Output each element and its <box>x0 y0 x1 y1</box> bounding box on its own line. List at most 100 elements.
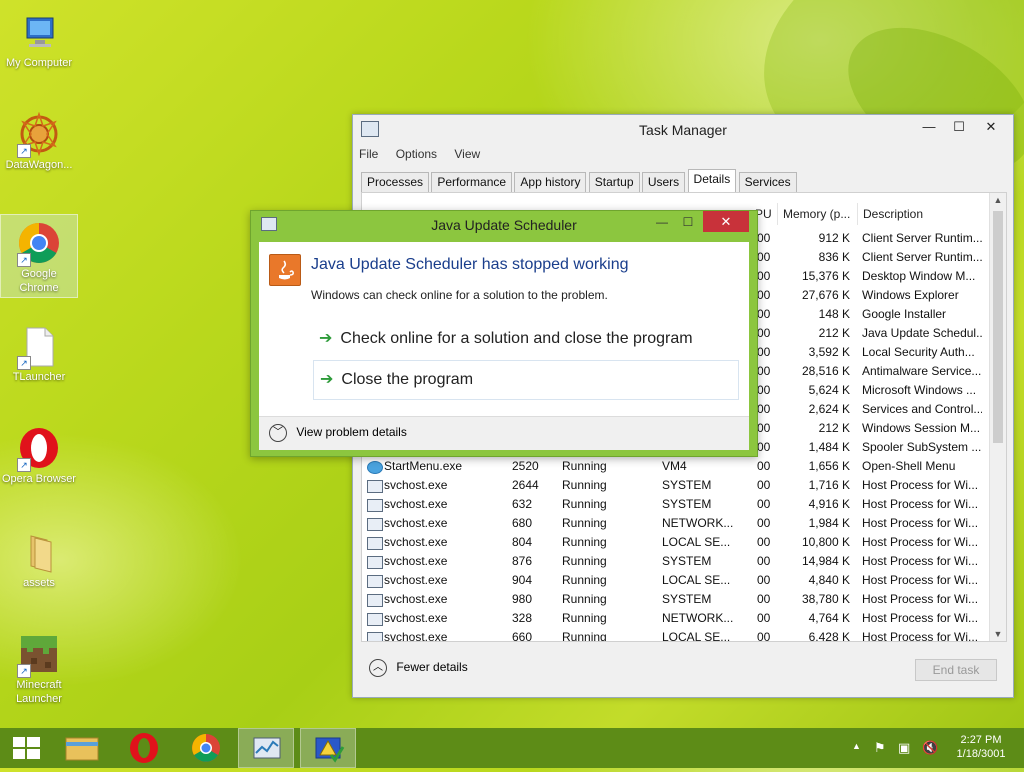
table-row[interactable]: svchost.exe 680 Running NETWORK... 00 1,984 K… <box>362 514 990 533</box>
tab-processes[interactable]: Processes <box>361 172 430 194</box>
desktop-icon-assets[interactable]: assets <box>1 524 77 594</box>
task-manager-titlebar[interactable]: Task Manager — ☐ ✕ <box>353 115 1013 145</box>
cell-cpu: 00 <box>757 573 771 587</box>
cell-memory: 38,780 K <box>801 592 850 606</box>
cell-memory: 4,764 K <box>808 611 850 625</box>
cell-description: Host Process for Wi... <box>862 516 979 530</box>
cell-name: svchost.exe <box>384 516 448 530</box>
table-row[interactable]: svchost.exe 328 Running NETWORK... 00 4,764 K… <box>362 609 990 628</box>
cell-user: NETWORK... <box>662 611 734 625</box>
menu-view[interactable]: View <box>454 147 480 161</box>
chrome-icon <box>192 734 220 762</box>
desktop-icon-label: TLauncher <box>12 371 66 383</box>
cell-user: SYSTEM <box>662 554 712 568</box>
process-icon <box>367 499 383 512</box>
cell-status: Running <box>562 630 607 642</box>
cell-cpu: 00 <box>757 440 771 454</box>
check-online-option[interactable]: ➔ Check online for a solution and close t… <box>313 320 737 358</box>
desktop-icon-label: My Computer <box>5 57 73 69</box>
error-dialog: Java Update Scheduler — ☐ ✕ Java Update … <box>250 210 758 457</box>
cell-cpu: 00 <box>757 288 771 302</box>
cell-memory: 148 K <box>818 307 850 321</box>
desktop-icon-minecraft[interactable]: ↗ Minecraft Launcher <box>1 626 77 716</box>
minimize-button[interactable]: — <box>915 117 943 137</box>
clock[interactable]: 2:27 PM 1/18/3001 <box>944 728 1018 768</box>
vertical-scrollbar[interactable]: ▲ ▼ <box>989 193 1006 641</box>
cell-description: Local Security Auth... <box>862 345 975 359</box>
fewer-details-button[interactable]: ︿ Fewer details <box>369 659 468 677</box>
shortcut-arrow-icon: ↗ <box>17 458 31 472</box>
table-row[interactable]: svchost.exe 660 Running LOCAL SE... 00 6,428 … <box>362 628 990 642</box>
taskbar-chrome[interactable] <box>178 728 234 768</box>
dialog-footer: ﹀ View problem details <box>259 416 749 450</box>
cell-description: Services and Control... <box>862 402 982 416</box>
maximize-button[interactable]: ☐ <box>945 117 973 137</box>
cell-name: svchost.exe <box>384 478 448 492</box>
shortcut-arrow-icon: ↗ <box>17 356 31 370</box>
tab-performance[interactable]: Performance <box>431 172 513 194</box>
column-header-description[interactable]: Description <box>858 203 983 225</box>
action-center-icon[interactable]: ⚑ <box>874 740 886 756</box>
cell-name: svchost.exe <box>384 573 448 587</box>
table-row[interactable]: StartMenu.exe 2520 Running VM4 00 1,656 K Open… <box>362 457 990 476</box>
desktop-icon-tlauncher[interactable]: ↗ TLauncher <box>1 318 77 388</box>
table-row[interactable]: svchost.exe 876 Running SYSTEM 00 14,984 K Hos… <box>362 552 990 571</box>
desktop-icon-google-chrome[interactable]: ↗ Google Chrome <box>0 214 78 298</box>
cell-cpu: 00 <box>757 554 771 568</box>
table-row[interactable]: svchost.exe 980 Running SYSTEM 00 38,780 K Hos… <box>362 590 990 609</box>
show-hidden-icons-button[interactable]: ▲ <box>852 741 861 751</box>
end-task-button[interactable]: End task <box>915 659 997 681</box>
desktop-icon-datawagon[interactable]: ↗ DataWagon... <box>1 106 77 178</box>
close-button[interactable]: ✕ <box>977 117 1005 137</box>
scrollbar-thumb[interactable] <box>993 211 1003 443</box>
close-program-option[interactable]: ➔ Close the program <box>313 360 739 400</box>
taskbar-task-manager[interactable] <box>238 728 294 768</box>
table-row[interactable]: svchost.exe 2644 Running SYSTEM 00 1,716 K Hos… <box>362 476 990 495</box>
volume-muted-icon[interactable]: 🔇 <box>922 740 938 756</box>
cell-pid: 328 <box>512 611 533 625</box>
tab-users[interactable]: Users <box>641 172 686 194</box>
java-icon <box>269 254 301 286</box>
tab-services[interactable]: Services <box>738 172 797 194</box>
table-row[interactable]: svchost.exe 904 Running LOCAL SE... 00 4,840 … <box>362 571 990 590</box>
cell-user: SYSTEM <box>662 478 712 492</box>
cell-memory: 1,484 K <box>808 440 850 454</box>
scroll-down-icon[interactable]: ▼ <box>990 629 1006 639</box>
cell-memory: 10,800 K <box>801 535 850 549</box>
scroll-up-icon[interactable]: ▲ <box>990 195 1006 205</box>
tab-startup[interactable]: Startup <box>588 172 640 194</box>
cell-cpu: 00 <box>757 231 771 245</box>
view-problem-details-button[interactable]: ﹀ View problem details <box>269 424 407 442</box>
cell-memory: 15,376 K <box>801 269 850 283</box>
taskbar-opera[interactable] <box>116 728 172 768</box>
taskbar-file-explorer[interactable] <box>54 728 110 768</box>
table-row[interactable]: svchost.exe 632 Running SYSTEM 00 4,916 K Host… <box>362 495 990 514</box>
cell-memory: 1,656 K <box>808 459 850 473</box>
desktop-icon-my-computer[interactable]: My Computer <box>1 4 77 74</box>
process-icon <box>367 518 383 531</box>
cell-description: Antimalware Service... <box>862 364 982 378</box>
file-icon: ↗ <box>17 324 61 370</box>
maximize-button[interactable]: ☐ <box>675 213 701 231</box>
menu-options[interactable]: Options <box>396 147 437 161</box>
cell-pid: 2520 <box>512 459 539 473</box>
cell-memory: 27,676 K <box>801 288 850 302</box>
cell-cpu: 00 <box>757 383 771 397</box>
close-button[interactable]: ✕ <box>703 211 749 232</box>
cell-cpu: 00 <box>757 345 771 359</box>
start-button[interactable] <box>0 728 56 768</box>
chevron-down-icon: ﹀ <box>269 424 287 442</box>
column-header-memory[interactable]: Memory (p... <box>778 203 858 225</box>
taskbar-error-reporting[interactable] <box>300 728 356 768</box>
menu-bar: File Options View <box>359 147 494 167</box>
network-icon[interactable]: ▣ <box>898 740 910 756</box>
cell-memory: 28,516 K <box>801 364 850 378</box>
minimize-button[interactable]: — <box>649 213 675 231</box>
cell-user: LOCAL SE... <box>662 573 731 587</box>
tab-app-history[interactable]: App history <box>514 172 587 194</box>
tab-details[interactable]: Details <box>687 169 737 194</box>
table-row[interactable]: svchost.exe 804 Running LOCAL SE... 00 10,800… <box>362 533 990 552</box>
desktop-icon-opera[interactable]: ↗ Opera Browser <box>1 420 77 504</box>
cell-status: Running <box>562 478 607 492</box>
menu-file[interactable]: File <box>359 147 378 161</box>
